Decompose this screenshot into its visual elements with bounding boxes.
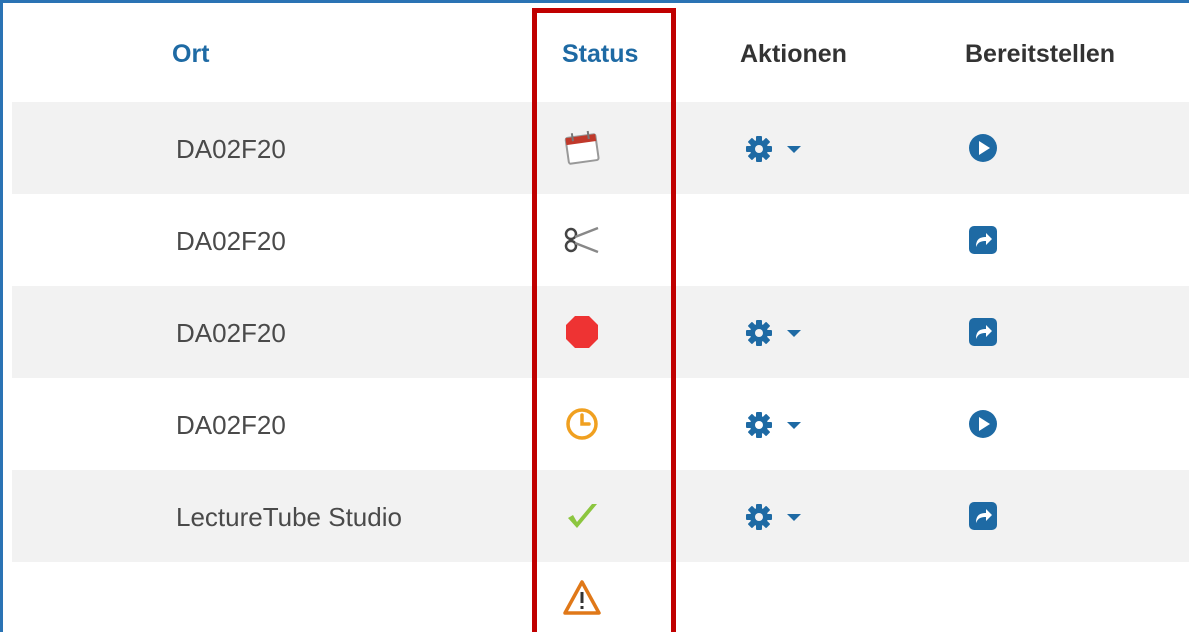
share-square-icon[interactable] [968, 501, 998, 531]
share-square-icon[interactable] [968, 317, 998, 347]
table-row: DA02F20 [12, 286, 1189, 378]
scissors-icon [564, 226, 599, 254]
gear-icon [746, 136, 772, 162]
share-square-icon[interactable] [968, 225, 998, 255]
actions-dropdown[interactable] [744, 316, 814, 350]
ort-cell: DA02F20 [176, 226, 286, 256]
column-header-ort[interactable]: Ort [172, 40, 210, 69]
table-row: LectureTube Studio [12, 470, 1189, 562]
table-row [12, 562, 1189, 630]
stop-octagon-icon [566, 316, 598, 348]
gear-icon [746, 412, 772, 438]
gear-icon [746, 504, 772, 530]
column-header-aktionen: Aktionen [740, 40, 847, 68]
warning-triangle-icon [563, 580, 601, 615]
clock-icon [566, 408, 598, 440]
column-header-status[interactable]: Status [562, 40, 638, 69]
gear-icon [746, 320, 772, 346]
table-row: DA02F20 [12, 102, 1189, 194]
actions-dropdown[interactable] [744, 500, 814, 534]
ort-cell: LectureTube Studio [176, 502, 402, 532]
chevron-down-icon [787, 145, 801, 153]
table-row: DA02F20 [12, 378, 1189, 470]
actions-dropdown[interactable] [744, 408, 814, 442]
chevron-down-icon [787, 329, 801, 337]
play-circle-icon[interactable] [968, 409, 998, 439]
table-row: DA02F20 [12, 194, 1189, 286]
ort-cell: DA02F20 [176, 410, 286, 440]
checkmark-icon [568, 504, 597, 528]
chevron-down-icon [787, 421, 801, 429]
calendar-icon [564, 130, 600, 165]
recordings-table: Ort Status Aktionen Bereitstellen DA02F2… [12, 10, 1189, 630]
ort-cell: DA02F20 [176, 318, 286, 348]
chevron-down-icon [787, 513, 801, 521]
ort-cell: DA02F20 [176, 134, 286, 164]
actions-dropdown[interactable] [744, 132, 814, 166]
column-header-bereitstellen: Bereitstellen [965, 40, 1116, 68]
table-header: Ort Status Aktionen Bereitstellen [12, 10, 1189, 102]
play-circle-icon[interactable] [968, 133, 998, 163]
